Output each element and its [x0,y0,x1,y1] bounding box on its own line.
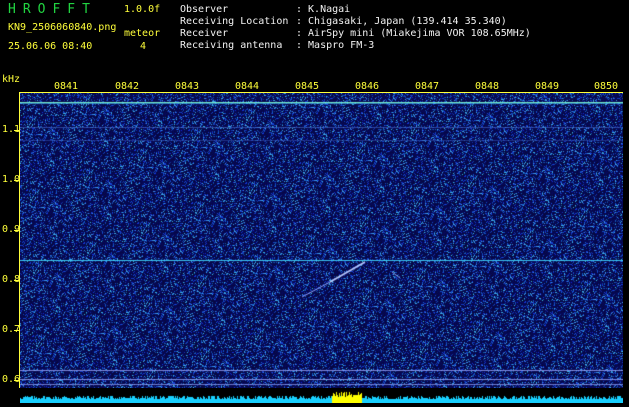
info-location-label: Receiving Location [180,16,289,27]
capture-datetime: 25.06.06 08:40 [8,41,93,52]
x-axis-line [19,92,623,93]
x-tick-label: 0842 [115,81,140,92]
info-antenna-label: Receiving antenna [180,40,283,51]
x-tick-label: 0843 [175,81,200,92]
app-version: 1.0.0f [124,4,161,15]
x-tick-label: 0848 [475,81,500,92]
info-receiver-value: : AirSpy mini (Miakejima VOR 108.65MHz) [296,28,531,39]
y-axis-line [19,92,20,388]
meteor-label: meteor [124,28,161,39]
x-tick-label: 0841 [54,81,79,92]
x-tick-label: 0847 [415,81,440,92]
spectrogram-panel [20,92,623,388]
x-tick-label: 0844 [235,81,260,92]
signal-strength-canvas [20,391,623,403]
info-location-value: : Chigasaki, Japan (139.414 35.340) [296,16,507,27]
x-tick-label: 0850 [594,81,619,92]
x-tick-label: 0845 [295,81,320,92]
x-tick-label: 0849 [535,81,560,92]
spectrogram-canvas [20,92,623,388]
app-brand: HROFFT [8,2,97,17]
meteor-count: 4 [140,41,147,52]
file-name: KN9_2506060840.png [8,22,117,33]
y-unit-label: kHz [2,74,21,85]
x-tick-label: 0846 [355,81,380,92]
info-observer-value: : K.Nagai [296,4,351,15]
signal-strength-bar [20,388,623,403]
info-receiver-label: Receiver [180,28,229,39]
info-observer-label: Observer [180,4,229,15]
info-antenna-value: : Maspro FM-3 [296,40,375,51]
